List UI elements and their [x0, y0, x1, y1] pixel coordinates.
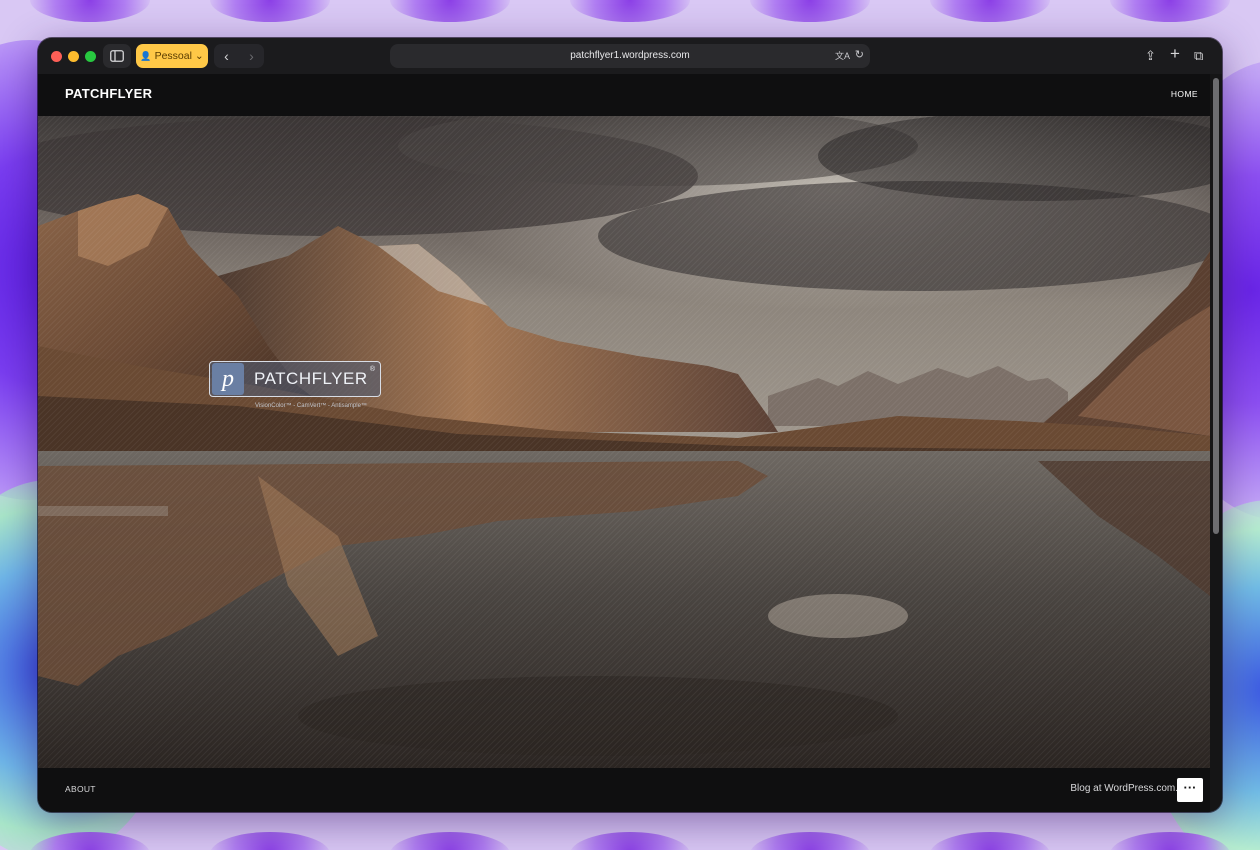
- browser-toolbar: 👤 Pessoal ⌄ ‹ › patchflyer1.wordpress.com…: [38, 38, 1222, 74]
- browser-window: 👤 Pessoal ⌄ ‹ › patchflyer1.wordpress.com…: [38, 38, 1222, 812]
- page-scrollbar[interactable]: [1210, 74, 1222, 812]
- site-header: PATCHFLYER HOME: [38, 74, 1210, 116]
- translate-icon[interactable]: 文A: [835, 49, 850, 62]
- wordpress-credit-link[interactable]: Blog at WordPress.com.: [1070, 783, 1178, 794]
- scanline-overlay: [38, 116, 1210, 768]
- chevron-down-icon: ⌄: [191, 50, 204, 62]
- sidebar-icon: [110, 50, 124, 62]
- forward-icon: ›: [249, 48, 254, 64]
- web-page: PATCHFLYER HOME p PATCHFLYER ® VisionCol…: [38, 74, 1210, 812]
- address-bar[interactable]: patchflyer1.wordpress.com 文A ↻: [390, 44, 870, 68]
- logo-subtitle: VisionColor™ - CamVert™ - Antisample™: [255, 403, 367, 409]
- back-icon: ‹: [224, 48, 229, 64]
- background-dots-bottom: [0, 832, 1260, 850]
- background-dots-top: [0, 0, 1260, 22]
- new-tab-icon[interactable]: +: [1170, 44, 1180, 64]
- more-options-button[interactable]: ···: [1177, 778, 1203, 802]
- profile-label: Pessoal: [154, 50, 192, 62]
- close-window-button[interactable]: [51, 51, 62, 62]
- about-link[interactable]: ABOUT: [65, 784, 96, 794]
- reload-icon[interactable]: ↻: [855, 48, 864, 61]
- site-title[interactable]: PATCHFLYER: [65, 86, 152, 101]
- forward-button[interactable]: ›: [239, 44, 264, 68]
- share-icon[interactable]: ⇪: [1145, 46, 1156, 66]
- nav-home-link[interactable]: HOME: [1171, 89, 1198, 99]
- site-footer: ABOUT Blog at WordPress.com. ···: [38, 768, 1210, 812]
- profile-button[interactable]: 👤 Pessoal ⌄: [136, 44, 208, 68]
- patchflyer-logo: p PATCHFLYER ® VisionColor™ - CamVert™ -…: [209, 361, 381, 409]
- logo-letter: p: [212, 363, 244, 395]
- tab-overview-icon[interactable]: ⧉: [1194, 46, 1203, 66]
- scrollbar-thumb[interactable]: [1213, 78, 1219, 534]
- person-icon: 👤: [140, 51, 152, 61]
- logo-wordmark: PATCHFLYER: [254, 369, 368, 388]
- hero-image: p PATCHFLYER ® VisionColor™ - CamVert™ -…: [38, 116, 1210, 768]
- minimize-window-button[interactable]: [68, 51, 79, 62]
- url-text: patchflyer1.wordpress.com: [570, 50, 690, 61]
- registered-mark: ®: [369, 366, 375, 373]
- navigation-buttons: ‹ ›: [214, 44, 264, 68]
- logo-badge: p PATCHFLYER ®: [209, 361, 381, 397]
- sidebar-toggle-button[interactable]: [103, 44, 131, 68]
- back-button[interactable]: ‹: [214, 44, 239, 68]
- zoom-window-button[interactable]: [85, 51, 96, 62]
